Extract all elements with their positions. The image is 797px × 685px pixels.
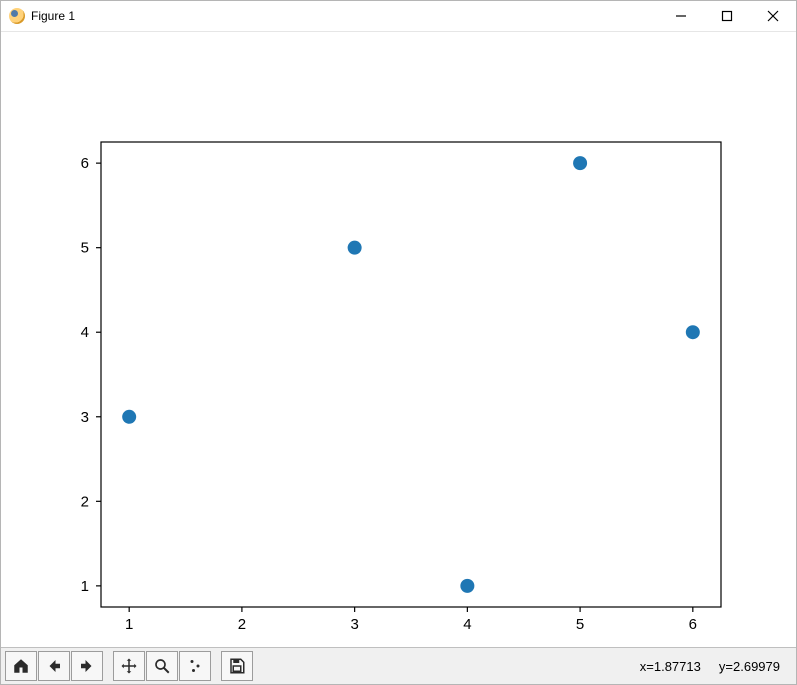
window-title: Figure 1 [31,9,75,23]
y-tick-label: 3 [81,409,89,426]
move-icon [120,657,138,675]
x-tick-label: 6 [689,616,697,633]
subplots-button[interactable] [179,651,211,681]
zoom-icon [153,657,171,675]
x-tick-label: 4 [463,616,471,633]
sliders-icon [186,657,204,675]
data-point [686,325,700,339]
matplotlib-icon [9,8,25,24]
pan-button[interactable] [113,651,145,681]
save-icon [228,657,246,675]
x-tick-label: 1 [125,616,133,633]
data-point [348,241,362,255]
save-button[interactable] [221,651,253,681]
titlebar: Figure 1 [1,1,796,32]
x-tick-label: 2 [238,616,246,633]
data-point [460,579,474,593]
close-icon [767,10,779,22]
minimize-button[interactable] [658,1,704,31]
y-tick-label: 5 [81,240,89,257]
data-point [573,156,587,170]
arrow-left-icon [45,657,63,675]
home-icon [12,657,30,675]
scatter-plot: 1 2 3 4 5 6 1 2 3 4 5 6 [1,32,796,649]
back-button[interactable] [38,651,70,681]
y-tick-label: 6 [81,155,89,172]
maximize-button[interactable] [704,1,750,31]
data-point [122,410,136,424]
x-tick-label: 3 [350,616,358,633]
home-button[interactable] [5,651,37,681]
y-tick-label: 1 [81,578,89,595]
nav-toolbar: x=1.87713 y=2.69979 [1,647,796,684]
cursor-coordinates: x=1.87713 y=2.69979 [640,659,792,674]
figure-window: Figure 1 1 2 3 4 5 6 1 2 3 4 5 6 [0,0,797,685]
close-button[interactable] [750,1,796,31]
forward-button[interactable] [71,651,103,681]
arrow-right-icon [78,657,96,675]
y-tick-label: 2 [81,493,89,510]
x-tick-label: 5 [576,616,584,633]
minimize-icon [675,10,687,22]
zoom-button[interactable] [146,651,178,681]
plot-canvas[interactable]: 1 2 3 4 5 6 1 2 3 4 5 6 [1,32,796,647]
y-tick-label: 4 [81,324,89,341]
maximize-icon [721,10,733,22]
